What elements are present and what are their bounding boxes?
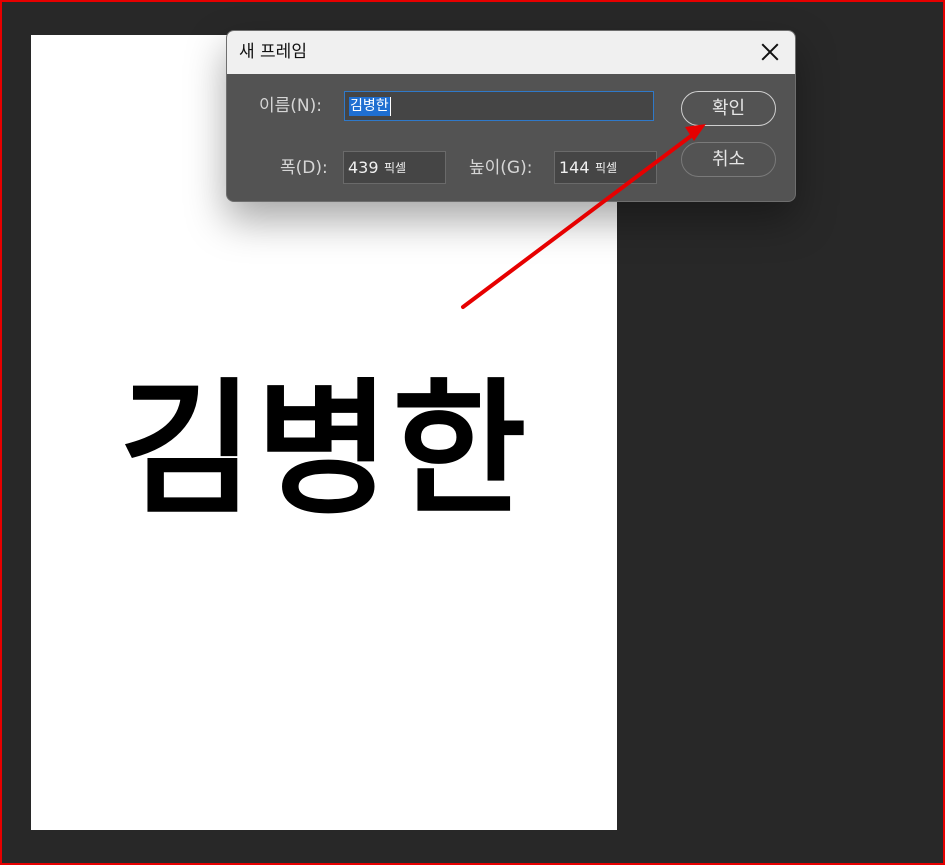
height-unit: 픽셀	[595, 161, 618, 175]
height-value: 144	[559, 158, 590, 177]
height-label: 높이(G):	[469, 158, 533, 178]
dialog-titlebar: 새 프레임	[227, 31, 795, 74]
width-label: 폭(D):	[280, 158, 328, 178]
name-input-value: 김병한	[349, 97, 391, 116]
width-value: 439	[348, 158, 379, 177]
width-input[interactable]: 439 픽셀	[343, 151, 446, 184]
new-frame-dialog: 새 프레임 이름(N): 김병한 폭(D): 439 픽셀 높이(G): 144…	[226, 30, 796, 202]
ok-button[interactable]: 확인	[681, 91, 776, 126]
cancel-button[interactable]: 취소	[681, 142, 776, 177]
canvas-text-layer: 김병한	[119, 365, 529, 535]
height-input[interactable]: 144 픽셀	[554, 151, 657, 184]
dialog-title: 새 프레임	[239, 42, 307, 62]
name-input[interactable]: 김병한	[344, 91, 654, 121]
width-unit: 픽셀	[384, 161, 407, 175]
name-label: 이름(N):	[259, 96, 322, 116]
close-icon[interactable]	[759, 41, 781, 63]
